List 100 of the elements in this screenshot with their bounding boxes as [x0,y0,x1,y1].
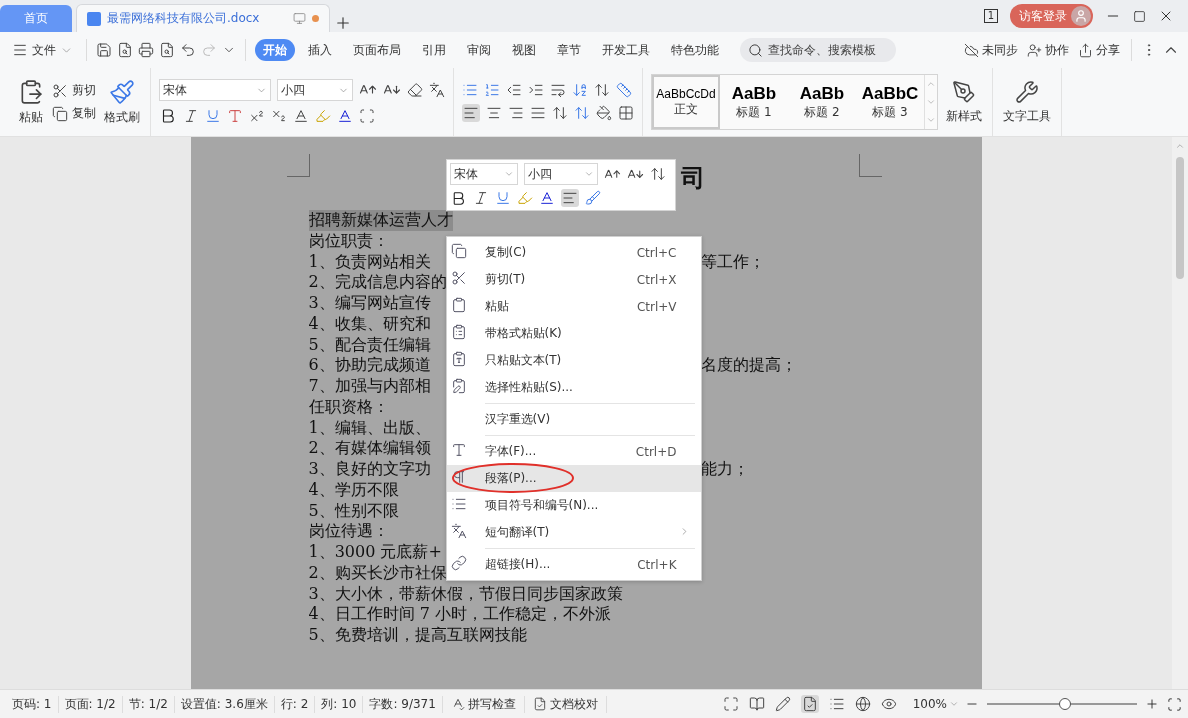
line-spacing-icon[interactable] [649,166,666,182]
borders-icon[interactable] [618,105,634,121]
style-preset[interactable]: AaBbCcDd 正文 [652,75,720,129]
document-text-line: 5、性别不限 [308,500,399,522]
print-icon[interactable] [138,42,154,58]
font-select[interactable]: 宋体 [159,79,271,101]
align-icon[interactable] [561,190,578,206]
subscript-icon[interactable] [271,108,287,124]
ribbon-tab[interactable]: 页面布局 [345,39,409,61]
toolbar-action[interactable]: 协作 [1025,41,1071,59]
print-preview-icon[interactable] [159,42,175,58]
ribbon-tab[interactable]: 开发工具 [594,39,658,61]
align-center-icon[interactable] [486,105,502,121]
eye-icon[interactable] [880,696,897,712]
style-preset[interactable]: AaBbC 标题 3 [856,75,924,129]
cut-button[interactable]: 剪切 [52,82,96,99]
toolbar-action[interactable]: 未同步 [962,41,1020,59]
line-spacing-icon[interactable] [574,105,590,121]
zoom-slider-thumb[interactable] [1059,698,1071,710]
strikethrough-icon[interactable] [227,108,243,124]
font-color-icon[interactable] [337,108,353,124]
maximize-icon[interactable] [1133,9,1146,23]
copy-button[interactable]: 复制 [52,105,96,122]
pencil-icon[interactable] [774,696,791,712]
shortcut-text: Ctrl+X [636,272,678,287]
save-icon[interactable] [96,42,112,58]
login-button[interactable]: 访客登录 [1010,4,1093,28]
document-tab[interactable]: 最需网络科技有限公司.docx [76,4,330,32]
show-marks-icon[interactable] [594,82,610,98]
status-tool-button[interactable]: 拼写检查 [442,695,525,713]
style-name: 标题 1 [736,103,772,121]
status-tool-button[interactable]: 文档校对 [524,695,607,713]
align-right-icon[interactable] [508,105,524,121]
style-preset[interactable]: AaBb 标题 2 [788,75,856,129]
align-left-icon[interactable] [463,105,479,121]
clipboard-list-icon [450,324,467,340]
phonetic-guide-icon[interactable] [429,82,445,98]
format-painter-icon[interactable] [584,190,601,206]
menu-item[interactable]: 粘贴 Ctrl+V [446,293,701,320]
superscript-icon[interactable] [249,108,265,124]
font-size-select[interactable]: 小四 [523,163,598,185]
new-tab-icon[interactable] [334,14,352,32]
text-tools-button[interactable]: 文字工具 [1001,79,1053,125]
document-text-line: 7、加强与内部相 [308,376,431,397]
distributed-icon[interactable] [552,105,568,121]
menu-item[interactable]: 剪切(T) Ctrl+X [446,266,701,293]
web-view-icon[interactable] [854,696,871,712]
ribbon-tab[interactable]: 视图 [504,39,544,61]
format-painter-button[interactable]: 格式刷 [102,78,142,126]
paste-button[interactable]: 粘贴 [16,78,46,126]
ribbon-tab[interactable]: 特色功能 [663,39,727,61]
ribbon-tab[interactable]: 插入 [300,39,340,61]
menu-item[interactable]: 段落(P)... [446,465,701,492]
shading-icon[interactable] [596,105,612,121]
menu-item[interactable]: 选择性粘贴(S)... [446,374,701,401]
scrollbar[interactable] [1172,137,1188,689]
ribbon-tab[interactable]: 章节 [549,39,589,61]
menu-item[interactable]: 短句翻译(T) [446,519,701,546]
font-color-icon[interactable] [538,190,555,206]
caret-icon [583,169,594,179]
text-direction-icon[interactable] [550,82,566,98]
file-menu[interactable]: 文件 [8,41,77,59]
sort-icon[interactable] [572,82,588,98]
numbering-icon[interactable] [484,82,500,98]
italic-icon[interactable] [183,108,199,124]
menu-item[interactable]: 超链接(H)... Ctrl+K [446,551,701,578]
document-text-line: 4、学历不限 [308,479,399,501]
zoom-level[interactable]: 100% [906,696,965,712]
search-field[interactable]: 查找命令、搜索模板 [740,38,896,62]
menu-item[interactable]: 项目符号和编号(N)... [446,492,701,519]
page-view-icon[interactable] [801,696,818,712]
menu-item[interactable]: 字体(F)... Ctrl+D [446,438,701,465]
scrollbar-thumb[interactable] [1176,157,1184,279]
toolbar-action[interactable]: 分享 [1076,41,1122,59]
menu-item[interactable]: 汉字重选(V) [446,406,701,433]
increase-indent-icon[interactable] [528,82,544,98]
preview-icon[interactable] [117,42,133,58]
underline-icon[interactable] [205,108,221,124]
style-preset[interactable]: AaBb 标题 1 [720,75,788,129]
bullets-icon[interactable] [462,82,478,98]
text-effect-icon[interactable] [293,108,309,124]
underline-icon[interactable] [494,190,511,206]
justify-icon[interactable] [530,105,546,121]
font-select[interactable]: 宋体 [449,163,518,185]
new-style-button[interactable]: 新样式 [944,79,984,125]
ribbon-tab[interactable]: 审阅 [459,39,499,61]
ruler-icon[interactable] [616,82,632,98]
zoom-in-icon[interactable] [1145,697,1159,711]
menu-item[interactable]: 复制(C) Ctrl+C [446,239,701,266]
outline-icon[interactable] [828,696,845,712]
menu-item[interactable]: 带格式粘贴(K) [446,320,701,347]
decrease-indent-icon[interactable] [506,82,522,98]
ribbon-tab[interactable]: 引用 [414,39,454,61]
page-count-indicator[interactable]: 1 [983,9,998,23]
undo-icon[interactable] [180,42,196,58]
fit-window-icon[interactable] [1167,696,1182,712]
menu-item[interactable]: 只粘贴文本(T) [446,347,701,374]
eraser-icon[interactable] [407,82,423,98]
reading-mode-icon[interactable] [748,696,765,712]
font-size-select[interactable]: 小四 [277,79,353,101]
